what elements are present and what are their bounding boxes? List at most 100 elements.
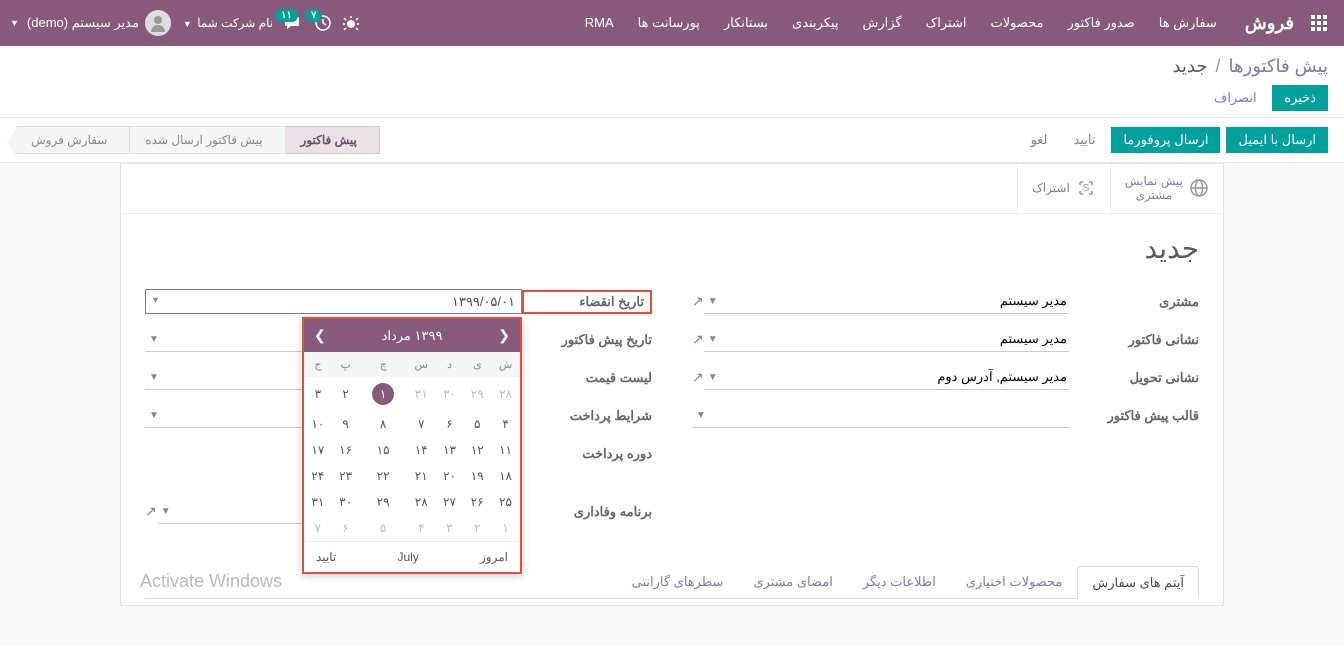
confirm-button[interactable]: تایید (1064, 127, 1106, 153)
calendar-day[interactable]: ۳۱ (407, 377, 436, 411)
menu-orders[interactable]: سفارش ها (1149, 9, 1227, 37)
menu-creditor[interactable]: بستانکار (714, 9, 778, 37)
calendar-day[interactable]: ۱۶ (332, 437, 360, 463)
calendar-day[interactable]: ۲۹ (463, 377, 491, 411)
status-step-quotation[interactable]: پیش فاکتور (286, 126, 380, 154)
send-email-button[interactable]: ارسال با ایمیل (1226, 127, 1328, 153)
activities-icon[interactable]: ۷ (315, 15, 331, 31)
calendar-day[interactable]: ۳۰ (436, 377, 464, 411)
tab-warranty[interactable]: سطرهای گارانتی (617, 565, 739, 598)
menu-commission[interactable]: پورسانت ها (628, 9, 710, 37)
cancel-button[interactable]: لغو (1021, 127, 1058, 153)
external-link-icon[interactable]: ↗ (692, 293, 704, 310)
calendar-day[interactable]: ۲۹ (359, 489, 406, 515)
tab-other-info[interactable]: اطلاعات دیگر (848, 565, 951, 598)
status-step-order[interactable]: سفارش فروش (16, 126, 130, 154)
calendar-day[interactable]: ۴ (491, 411, 520, 437)
chevron-down-icon[interactable]: ▼ (704, 296, 722, 307)
calendar-day[interactable]: ۱۵ (359, 437, 406, 463)
customer-field[interactable] (726, 290, 1069, 313)
calendar-day[interactable]: ۷ (304, 515, 332, 541)
chevron-down-icon[interactable]: ▼ (145, 410, 163, 421)
company-switcher[interactable]: نام شرکت شما ▼ (183, 16, 273, 30)
calendar-day[interactable]: ۵ (463, 411, 491, 437)
calendar-day[interactable]: ۲۳ (332, 463, 360, 489)
discard-button[interactable]: انصراف (1202, 85, 1269, 111)
calendar-day[interactable]: ۸ (359, 411, 406, 437)
status-step-sent[interactable]: پیش فاکتور ارسال شده (130, 126, 285, 154)
tab-order-lines[interactable]: آیتم های سفارش (1077, 566, 1199, 599)
chevron-down-icon[interactable]: ▼ (692, 410, 710, 421)
menu-rma[interactable]: RMA (575, 9, 624, 37)
calendar-confirm-button[interactable]: تایید (316, 550, 336, 564)
calendar-day[interactable]: ۱۰ (304, 411, 332, 437)
save-button[interactable]: ذخیره (1272, 85, 1328, 111)
calendar-day[interactable]: ۲۷ (436, 489, 464, 515)
calendar-title[interactable]: ۱۳۹۹ مرداد (382, 328, 443, 344)
chevron-down-icon[interactable]: ▼ (704, 334, 722, 345)
apps-icon[interactable] (1304, 8, 1334, 38)
menu-config[interactable]: پیکربندی (782, 9, 848, 37)
template-field[interactable] (714, 404, 1069, 427)
calendar-day[interactable]: ۱۷ (304, 437, 332, 463)
calendar-day[interactable]: ۳۱ (304, 489, 332, 515)
menu-invoicing[interactable]: صدور فاکتور (1057, 9, 1144, 37)
chevron-down-icon[interactable]: ▾ (149, 295, 162, 306)
calendar-day[interactable]: ۲ (463, 515, 491, 541)
user-menu[interactable]: مدیر سیستم (demo) ▼ (10, 10, 171, 36)
expiry-date-field[interactable] (145, 289, 522, 314)
chevron-down-icon[interactable]: ▼ (145, 334, 163, 345)
calendar-day[interactable]: ۲۰ (436, 463, 464, 489)
calendar-today-button[interactable]: امروز (480, 550, 508, 564)
chevron-down-icon[interactable]: ▼ (145, 372, 163, 383)
menu-subscription[interactable]: اشتراک (916, 9, 977, 37)
messages-icon[interactable]: ۱۱ (285, 15, 303, 31)
calendar-day[interactable]: ۲۱ (407, 463, 436, 489)
calendar-day[interactable]: ۲۸ (407, 489, 436, 515)
chevron-down-icon[interactable]: ▼ (157, 506, 175, 517)
external-link-icon[interactable]: ↗ (692, 369, 704, 386)
globe-icon (1189, 178, 1209, 198)
calendar-day[interactable]: ۱۱ (491, 437, 520, 463)
calendar-day[interactable]: ۹ (332, 411, 360, 437)
calendar-day[interactable]: ۳ (304, 377, 332, 411)
calendar-day[interactable]: ۳ (436, 515, 464, 541)
customer-preview-button[interactable]: پیش نمایش مشتری (1110, 164, 1223, 213)
calendar-day[interactable]: ۵ (359, 515, 406, 541)
calendar-day[interactable]: ۲۶ (463, 489, 491, 515)
calendar-day[interactable]: ۱۳ (436, 437, 464, 463)
calendar-day[interactable]: ۱ (359, 377, 406, 411)
calendar-day[interactable]: ۱ (491, 515, 520, 541)
calendar-prev-icon[interactable]: ❮ (498, 327, 510, 344)
external-link-icon[interactable]: ↗ (692, 331, 704, 348)
calendar-day[interactable]: ۶ (332, 515, 360, 541)
calendar-day[interactable]: ۲۴ (304, 463, 332, 489)
invoice-address-field[interactable] (726, 328, 1069, 351)
calendar-day[interactable]: ۴ (407, 515, 436, 541)
app-brand[interactable]: فروش (1245, 13, 1294, 34)
calendar-day[interactable]: ۱۹ (463, 463, 491, 489)
send-proforma-button[interactable]: ارسال پروفورما (1111, 127, 1220, 153)
menu-report[interactable]: گزارش (852, 9, 911, 37)
delivery-address-field[interactable] (726, 366, 1069, 389)
tab-optional-products[interactable]: محصولات اختیاری (951, 565, 1078, 598)
calendar-day[interactable]: ۱۴ (407, 437, 436, 463)
tab-signature[interactable]: امضای مشتری (738, 565, 847, 598)
calendar-day[interactable]: ۶ (436, 411, 464, 437)
calendar-next-icon[interactable]: ❯ (314, 327, 326, 344)
external-link-icon[interactable]: ↗ (145, 503, 157, 520)
calendar-day[interactable]: ۲۲ (359, 463, 406, 489)
calendar-day[interactable]: ۱۲ (463, 437, 491, 463)
menu-products[interactable]: محصولات (980, 9, 1053, 37)
calendar-day[interactable]: ۲ (332, 377, 360, 411)
calendar-day[interactable]: ۲۵ (491, 489, 520, 515)
calendar-day[interactable]: ۲۸ (491, 377, 520, 411)
chevron-down-icon[interactable]: ▼ (704, 372, 722, 383)
subscription-button[interactable]: S اشتراک (1017, 164, 1110, 213)
breadcrumb-parent[interactable]: پیش فاکتورها (1229, 56, 1328, 77)
calendar-alt-month[interactable]: July (397, 550, 418, 564)
calendar-day[interactable]: ۳۰ (332, 489, 360, 515)
calendar-day[interactable]: ۷ (407, 411, 436, 437)
debug-icon[interactable] (343, 15, 359, 31)
calendar-day[interactable]: ۱۸ (491, 463, 520, 489)
